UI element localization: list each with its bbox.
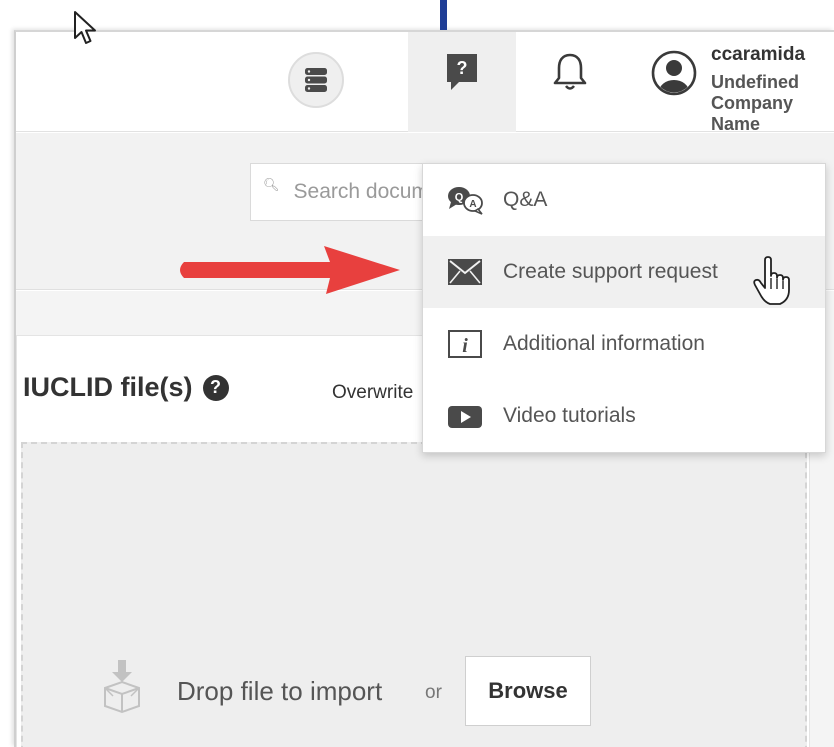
menu-item-qa[interactable]: Q A Q&A: [423, 164, 825, 236]
svg-text:Q: Q: [455, 192, 464, 204]
info-icon: i: [445, 328, 485, 360]
user-name[interactable]: ccaramida: [711, 44, 805, 66]
video-play-icon: [445, 400, 485, 432]
drop-file-text: Drop file to import: [177, 676, 383, 706]
drop-zone[interactable]: Drop file to import or Browse: [21, 442, 807, 747]
envelope-icon: [445, 256, 485, 288]
help-question-icon: ?: [447, 54, 477, 90]
search-icon: 🔍︎: [263, 177, 280, 192]
menu-item-additional-information[interactable]: i Additional information: [423, 308, 825, 380]
help-dropdown-menu: Q A Q&A Create support request i Additio…: [422, 163, 826, 453]
box-download-icon: [104, 660, 140, 714]
database-icon: [305, 68, 327, 92]
browse-button[interactable]: Browse: [465, 656, 591, 726]
panel-title-text: IUCLID file(s): [23, 372, 193, 402]
bell-icon[interactable]: [548, 50, 592, 94]
or-text: or: [425, 682, 442, 703]
menu-item-label: Additional information: [503, 332, 705, 355]
app-window: ? ccaramida Undefined Company Name 🔍︎ Se…: [14, 30, 834, 747]
svg-text:A: A: [469, 199, 476, 210]
panel-title: IUCLID file(s) ?: [23, 372, 229, 403]
svg-text:i: i: [462, 335, 468, 357]
hand-pointer-icon: [753, 256, 790, 305]
user-avatar-icon[interactable]: [651, 50, 697, 96]
help-icon-glyph: ?: [457, 58, 468, 78]
qa-bubbles-icon: Q A: [445, 184, 485, 216]
menu-item-label: Create support request: [503, 260, 718, 283]
help-menu-button[interactable]: ?: [408, 32, 516, 132]
database-button[interactable]: [288, 52, 344, 108]
menu-item-label: Video tutorials: [503, 404, 636, 427]
mouse-pointer-icon: [74, 11, 96, 44]
help-circle-icon[interactable]: ?: [202, 374, 229, 401]
user-company: Undefined Company Name: [711, 72, 799, 134]
menu-item-label: Q&A: [503, 188, 548, 211]
red-arrow-icon: [180, 246, 400, 294]
menu-item-video-tutorials[interactable]: Video tutorials: [423, 380, 825, 452]
accent-bar: [440, 0, 447, 30]
overwrite-option[interactable]: Overwrite: [332, 382, 413, 404]
top-header: ? ccaramida Undefined Company Name: [16, 32, 834, 134]
